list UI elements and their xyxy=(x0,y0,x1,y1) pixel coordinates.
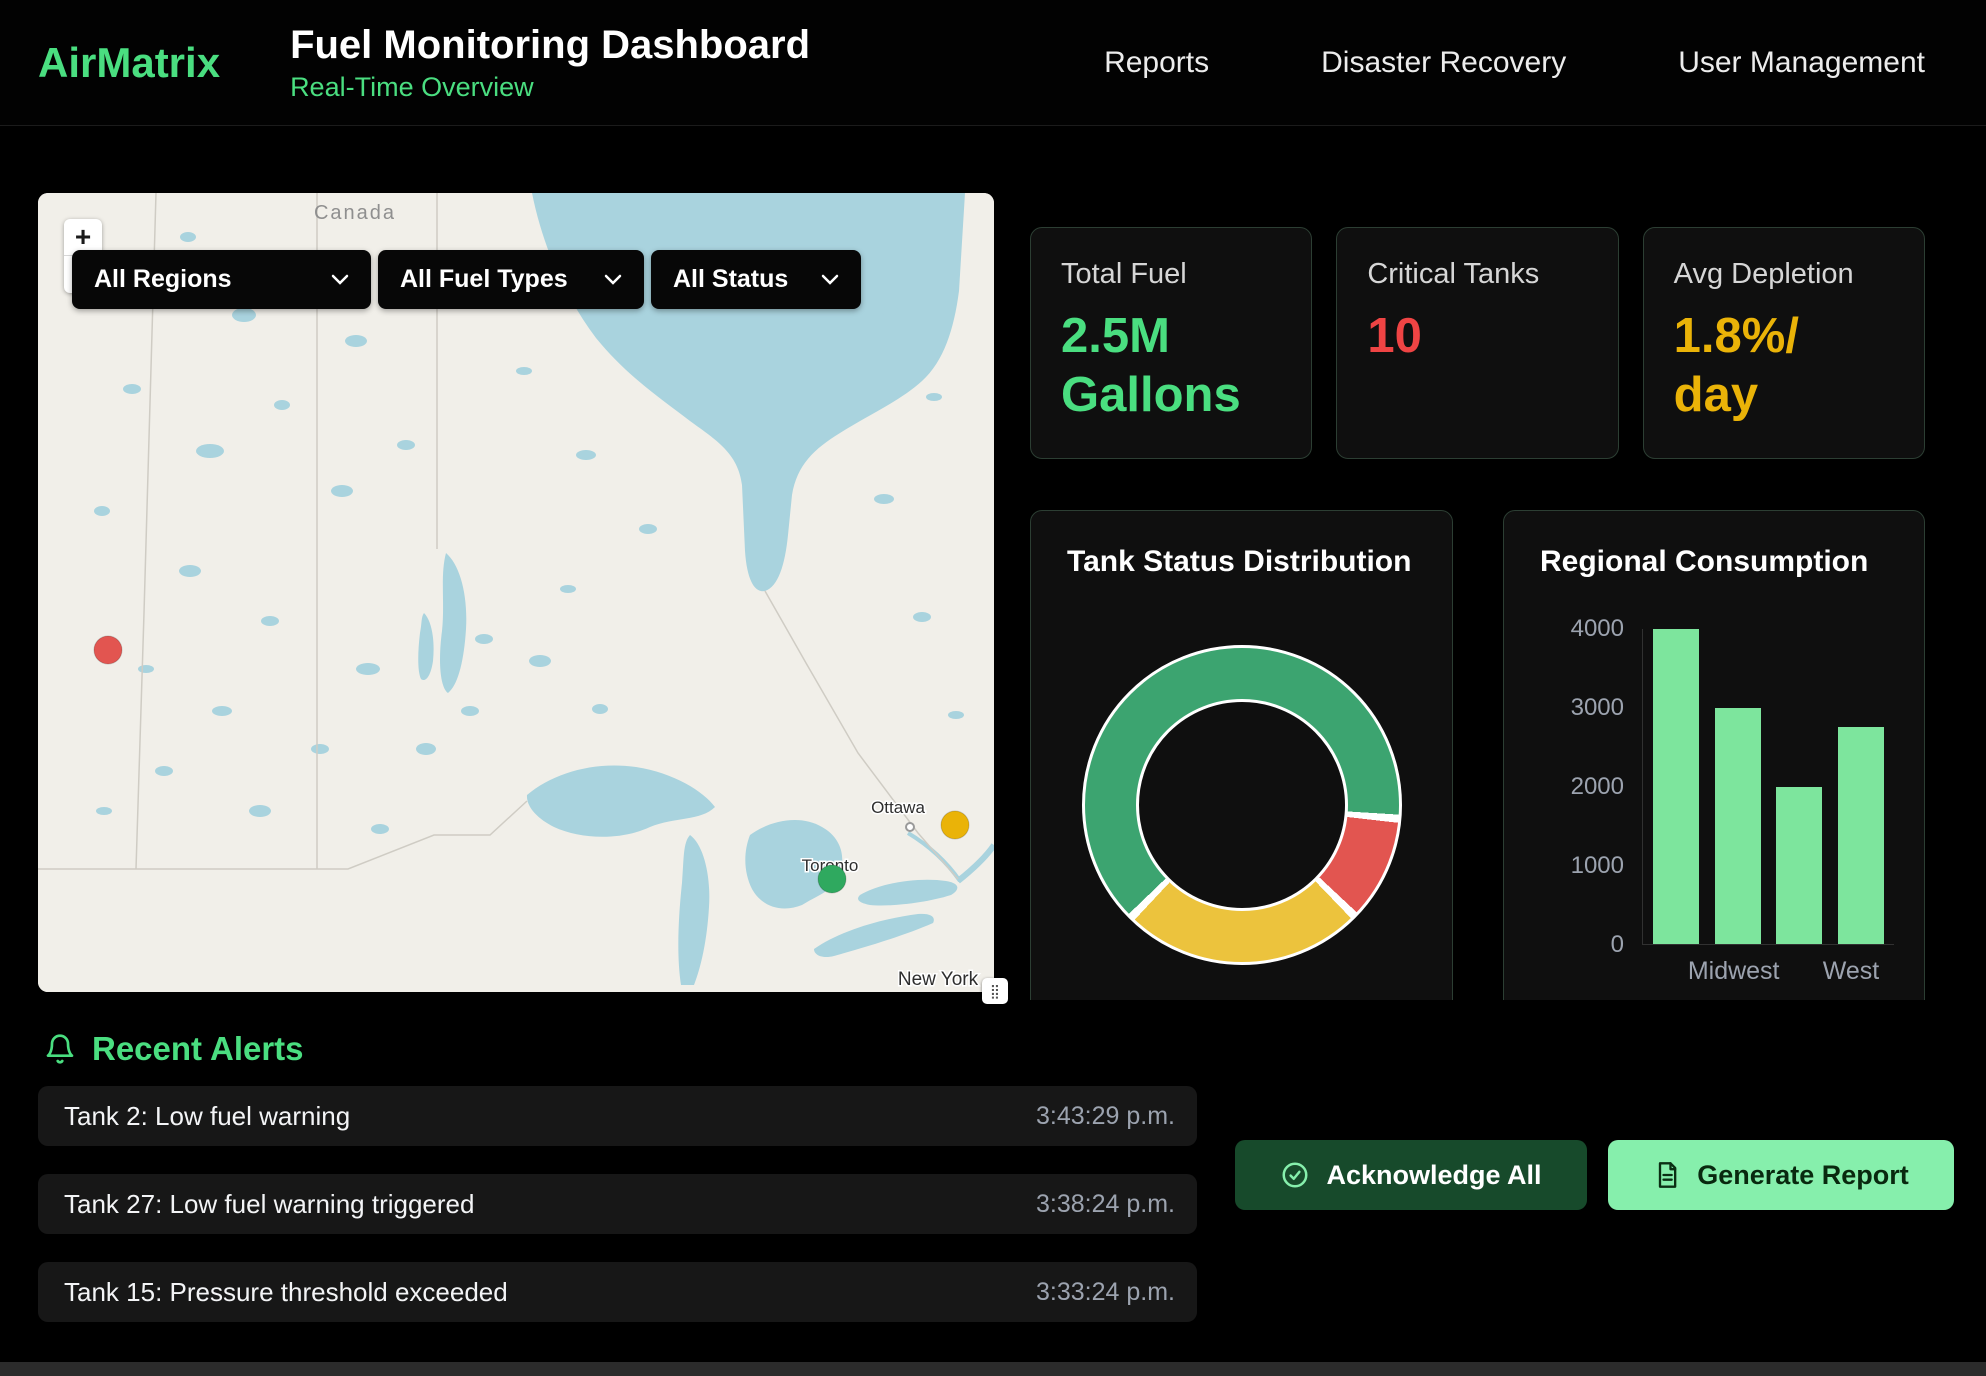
alert-message: Tank 2: Low fuel warning xyxy=(64,1101,350,1132)
map-filters: All Regions All Fuel Types All Status xyxy=(72,250,861,309)
stat-value: 10 xyxy=(1367,307,1587,366)
app-root: AirMatrix Fuel Monitoring Dashboard Real… xyxy=(0,0,1986,1376)
bar-chart: 4000 3000 2000 1000 0 xyxy=(1524,629,1894,945)
stats-row: Total Fuel 2.5M Gallons Critical Tanks 1… xyxy=(1030,227,1925,459)
y-tick-label: 2000 xyxy=(1571,773,1624,801)
title-block: Fuel Monitoring Dashboard Real-Time Over… xyxy=(290,23,810,103)
x-tick-label xyxy=(1769,957,1815,986)
map-canvas: Canada Ottawa Toronto New York xyxy=(38,193,994,992)
stat-card-avg-depletion: Avg Depletion 1.8%/ day xyxy=(1643,227,1925,459)
x-tick-label: West xyxy=(1828,957,1874,986)
bar xyxy=(1838,727,1884,944)
brand-logo: AirMatrix xyxy=(38,39,220,87)
map-label-canada: Canada xyxy=(314,202,396,224)
y-tick-label: 0 xyxy=(1611,931,1624,959)
header: AirMatrix Fuel Monitoring Dashboard Real… xyxy=(0,0,1986,126)
stat-label: Critical Tanks xyxy=(1367,258,1587,291)
map-label-ottawa: Ottawa xyxy=(871,798,925,817)
stat-card-critical-tanks: Critical Tanks 10 xyxy=(1336,227,1618,459)
y-tick-label: 4000 xyxy=(1571,615,1624,643)
status-filter-value: All Status xyxy=(673,265,788,294)
alert-message: Tank 15: Pressure threshold exceeded xyxy=(64,1277,508,1308)
status-filter-select[interactable]: All Status xyxy=(651,250,861,309)
bar xyxy=(1776,787,1822,945)
y-tick-label: 1000 xyxy=(1571,852,1624,880)
alerts-title: Recent Alerts xyxy=(92,1030,304,1068)
alert-row[interactable]: Tank 2: Low fuel warning 3:43:29 p.m. xyxy=(38,1086,1197,1146)
stat-value: 1.8%/ day xyxy=(1674,307,1894,425)
alert-row[interactable]: Tank 15: Pressure threshold exceeded 3:3… xyxy=(38,1262,1197,1322)
bell-icon xyxy=(44,1032,76,1066)
stat-card-total-fuel: Total Fuel 2.5M Gallons xyxy=(1030,227,1312,459)
bar-chart-x-labels: Midwest West xyxy=(1642,957,1884,986)
bar-chart-title: Regional Consumption xyxy=(1504,511,1924,579)
alerts-header: Recent Alerts xyxy=(0,1000,1986,1068)
bar xyxy=(1715,708,1761,944)
map-marker-critical[interactable] xyxy=(94,636,122,664)
nav-disaster-recovery[interactable]: Disaster Recovery xyxy=(1321,46,1566,80)
acknowledge-all-button[interactable]: Acknowledge All xyxy=(1235,1140,1587,1210)
horizontal-scrollbar[interactable] xyxy=(0,1362,1986,1376)
x-tick-label: Midwest xyxy=(1711,957,1757,986)
alert-list: Tank 2: Low fuel warning 3:43:29 p.m. Ta… xyxy=(38,1086,1197,1350)
map-marker-warning[interactable] xyxy=(941,811,969,839)
stat-label: Avg Depletion xyxy=(1674,258,1894,291)
alert-timestamp: 3:33:24 p.m. xyxy=(1036,1278,1175,1307)
bar xyxy=(1653,629,1699,944)
bar-chart-y-axis: 4000 3000 2000 1000 0 xyxy=(1524,629,1642,945)
bar-chart-plot xyxy=(1642,629,1894,945)
alert-timestamp: 3:38:24 p.m. xyxy=(1036,1190,1175,1219)
stat-value: 2.5M Gallons xyxy=(1061,307,1281,425)
document-icon xyxy=(1653,1160,1681,1190)
chevron-down-icon xyxy=(331,274,349,285)
resize-handle[interactable]: ⣿ xyxy=(982,978,1008,1004)
alert-message: Tank 27: Low fuel warning triggered xyxy=(64,1189,474,1220)
region-filter-value: All Regions xyxy=(94,265,232,294)
tank-status-card: Tank Status Distribution xyxy=(1030,510,1453,1070)
fuel-type-filter-value: All Fuel Types xyxy=(400,265,568,294)
alert-row[interactable]: Tank 27: Low fuel warning triggered 3:38… xyxy=(38,1174,1197,1234)
check-circle-icon xyxy=(1280,1160,1310,1190)
y-tick-label: 3000 xyxy=(1571,694,1624,722)
map-marker-normal[interactable] xyxy=(818,865,846,893)
main-nav: Reports Disaster Recovery User Managemen… xyxy=(1104,46,1925,80)
chevron-down-icon xyxy=(604,274,622,285)
map-label-new-york: New York xyxy=(898,969,979,990)
alert-timestamp: 3:43:29 p.m. xyxy=(1036,1102,1175,1131)
acknowledge-all-label: Acknowledge All xyxy=(1326,1160,1541,1191)
page-subtitle: Real-Time Overview xyxy=(290,72,810,103)
generate-report-label: Generate Report xyxy=(1697,1160,1909,1191)
fuel-type-filter-select[interactable]: All Fuel Types xyxy=(378,250,644,309)
donut-chart xyxy=(1082,645,1402,965)
region-filter-select[interactable]: All Regions xyxy=(72,250,371,309)
nav-user-management[interactable]: User Management xyxy=(1678,46,1925,80)
chevron-down-icon xyxy=(821,274,839,285)
fuel-map[interactable]: Canada Ottawa Toronto New York + All Reg… xyxy=(38,193,994,992)
ottawa-town-dot xyxy=(906,823,914,831)
nav-reports[interactable]: Reports xyxy=(1104,46,1209,80)
recent-alerts-section: Recent Alerts Tank 2: Low fuel warning 3… xyxy=(0,1000,1986,1376)
generate-report-button[interactable]: Generate Report xyxy=(1608,1140,1954,1210)
donut-chart-title: Tank Status Distribution xyxy=(1031,511,1452,579)
regional-consumption-card: Regional Consumption 4000 3000 2000 1000… xyxy=(1503,510,1925,1070)
donut-hole xyxy=(1136,699,1348,911)
stat-label: Total Fuel xyxy=(1061,258,1281,291)
page-title: Fuel Monitoring Dashboard xyxy=(290,23,810,68)
